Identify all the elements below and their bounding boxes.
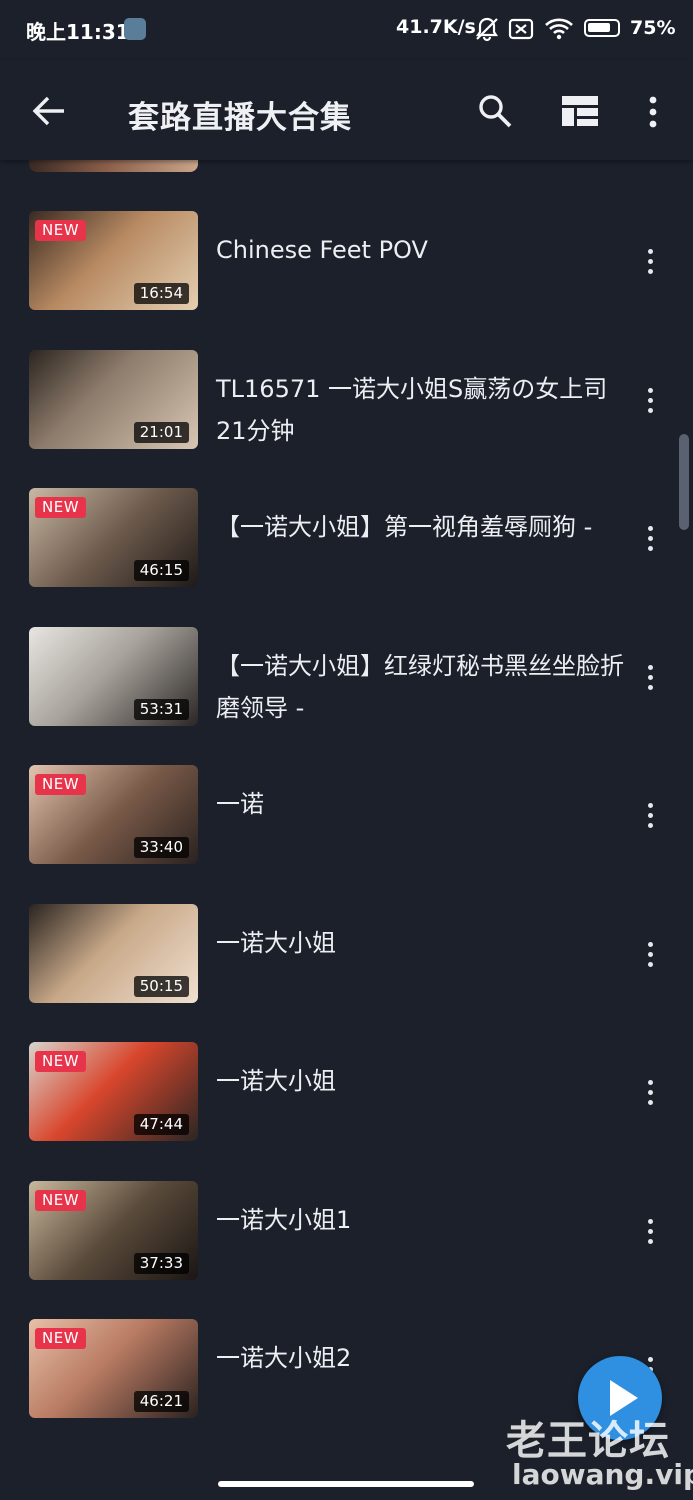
more-dot bbox=[648, 259, 653, 264]
video-row[interactable]: NEW 46:15 【一诺大小姐】第一视角羞辱厕狗 - bbox=[0, 488, 693, 588]
video-title[interactable]: 一诺大小姐2 bbox=[216, 1337, 626, 1379]
video-duration: 47:44 bbox=[133, 1114, 189, 1135]
layout-grid-icon[interactable] bbox=[560, 94, 600, 128]
more-dot bbox=[648, 1228, 653, 1234]
video-thumbnail[interactable]: 50:15 bbox=[29, 903, 198, 1003]
more-dot bbox=[648, 684, 653, 690]
video-more-icon[interactable] bbox=[636, 245, 664, 277]
back-arrow-icon[interactable] bbox=[28, 90, 70, 132]
more-dot bbox=[648, 269, 653, 274]
video-thumbnail[interactable]: NEW 33:40 bbox=[29, 765, 198, 864]
video-more-icon[interactable] bbox=[636, 522, 664, 554]
video-row[interactable]: 50:15 一诺大小姐 bbox=[0, 903, 693, 1004]
more-dot bbox=[648, 546, 653, 551]
video-more-icon[interactable] bbox=[636, 384, 664, 416]
new-badge: NEW bbox=[35, 774, 87, 795]
battery-icon bbox=[584, 19, 620, 37]
more-dot bbox=[648, 397, 653, 403]
more-dot bbox=[648, 664, 653, 670]
video-thumbnail[interactable]: NEW 37:33 bbox=[29, 1180, 198, 1280]
video-thumbnail[interactable]: 21:01 bbox=[29, 349, 198, 449]
app-badge-icon bbox=[124, 18, 146, 40]
video-more-icon[interactable] bbox=[636, 938, 664, 970]
more-dot bbox=[648, 823, 653, 828]
video-row[interactable]: 21:01 TL16571 一诺大小姐S赢荡の女上司21分钟 bbox=[0, 349, 693, 452]
more-dot bbox=[648, 961, 653, 967]
mute-bell-icon bbox=[475, 17, 499, 42]
more-dot bbox=[648, 536, 653, 541]
video-row[interactable]: NEW 37:33 一诺大小姐1 bbox=[0, 1180, 693, 1281]
home-indicator[interactable] bbox=[218, 1481, 474, 1487]
video-title[interactable]: 一诺大小姐 bbox=[216, 922, 626, 964]
video-row[interactable]: NEW 47:44 一诺大小姐 bbox=[0, 1042, 693, 1142]
video-thumbnail[interactable]: NEW 47:44 bbox=[29, 1042, 198, 1141]
partial-thumbnail bbox=[29, 160, 198, 172]
more-dot bbox=[648, 407, 653, 413]
search-icon[interactable] bbox=[476, 92, 514, 130]
more-dot bbox=[648, 1238, 653, 1244]
new-badge: NEW bbox=[35, 1189, 87, 1211]
app-bar: 套路直播大合集 bbox=[0, 60, 693, 160]
more-dot bbox=[648, 1090, 653, 1095]
video-thumbnail[interactable]: NEW 46:15 bbox=[29, 488, 198, 587]
video-more-icon[interactable] bbox=[636, 1076, 664, 1108]
video-duration: 37:33 bbox=[133, 1252, 189, 1274]
video-row[interactable]: 53:31 【一诺大小姐】红绿灯秘书黑丝坐脸折磨领导 - bbox=[0, 626, 693, 729]
video-thumbnail[interactable]: 53:31 bbox=[29, 626, 198, 726]
video-duration: 33:40 bbox=[133, 837, 189, 858]
video-duration: 46:15 bbox=[133, 560, 189, 581]
more-dot bbox=[648, 951, 653, 957]
video-list: NEW 16:54 Chinese Feet POV 21:01 TL16571 一诺大… bbox=[0, 160, 693, 1470]
video-duration: 50:15 bbox=[133, 975, 189, 997]
new-badge: NEW bbox=[35, 1328, 87, 1349]
video-title[interactable]: 一诺 bbox=[216, 783, 626, 825]
video-duration: 21:01 bbox=[133, 421, 189, 443]
more-vertical-icon[interactable] bbox=[638, 92, 668, 132]
status-time: 晚上11:31 bbox=[26, 20, 130, 44]
more-dot bbox=[648, 941, 653, 947]
video-title[interactable]: Chinese Feet POV bbox=[216, 229, 626, 271]
video-more-icon[interactable] bbox=[636, 661, 664, 693]
video-row[interactable]: NEW 33:40 一诺 bbox=[0, 765, 693, 865]
video-title[interactable]: 一诺大小姐 bbox=[216, 1060, 626, 1102]
more-dot bbox=[648, 813, 653, 818]
more-dot bbox=[648, 1100, 653, 1105]
more-dot bbox=[648, 674, 653, 680]
video-row[interactable]: NEW 16:54 Chinese Feet POV bbox=[0, 211, 693, 311]
new-badge: NEW bbox=[35, 1051, 87, 1072]
page-title: 套路直播大合集 bbox=[128, 100, 352, 136]
video-duration: 46:21 bbox=[133, 1391, 189, 1412]
sim-off-icon bbox=[508, 18, 534, 40]
watermark-url: laowang.vip bbox=[512, 1458, 693, 1491]
battery-percent: 75% bbox=[630, 17, 676, 39]
video-more-icon[interactable] bbox=[636, 1215, 664, 1247]
new-badge: NEW bbox=[35, 220, 87, 241]
video-duration: 16:54 bbox=[133, 283, 189, 304]
video-more-icon[interactable] bbox=[636, 799, 664, 831]
wifi-icon bbox=[545, 18, 573, 40]
video-thumbnail[interactable]: NEW 46:21 bbox=[29, 1319, 198, 1418]
video-title[interactable]: 一诺大小姐1 bbox=[216, 1199, 626, 1241]
more-dot bbox=[648, 1080, 653, 1085]
more-dot bbox=[648, 387, 653, 393]
video-thumbnail[interactable]: NEW 16:54 bbox=[29, 211, 198, 310]
video-title[interactable]: 【一诺大小姐】红绿灯秘书黑丝坐脸折磨领导 - bbox=[216, 645, 626, 729]
new-badge: NEW bbox=[35, 497, 87, 518]
video-title[interactable]: 【一诺大小姐】第一视角羞辱厕狗 - bbox=[216, 506, 626, 548]
more-dot bbox=[648, 526, 653, 531]
status-bar: 晚上11:31 41.7K/s 75% bbox=[0, 0, 693, 60]
video-title[interactable]: TL16571 一诺大小姐S赢荡の女上司21分钟 bbox=[216, 368, 626, 452]
network-speed: 41.7K/s bbox=[396, 16, 476, 38]
scrollbar[interactable] bbox=[679, 434, 689, 530]
more-dot bbox=[648, 249, 653, 254]
video-duration: 53:31 bbox=[133, 698, 189, 720]
more-dot bbox=[648, 1218, 653, 1224]
more-dot bbox=[648, 803, 653, 808]
